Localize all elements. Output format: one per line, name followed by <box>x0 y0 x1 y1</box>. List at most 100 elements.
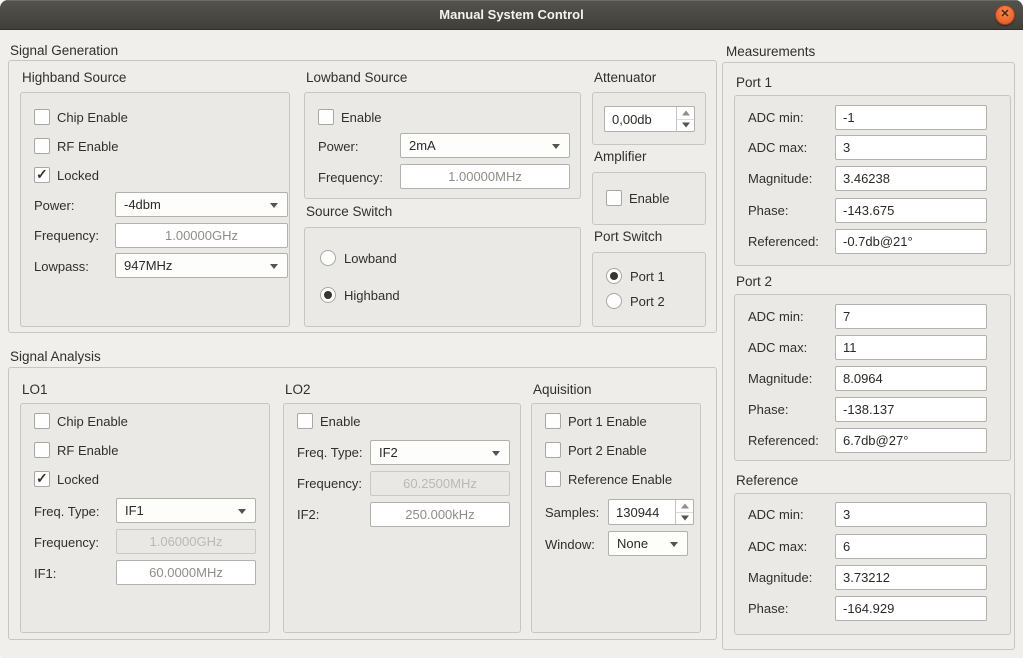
aquisition-window-label: Window: <box>545 536 595 553</box>
reference-phase-label: Phase: <box>748 600 788 617</box>
highband-rf-enable-checkbox[interactable] <box>34 138 50 154</box>
lo2-freq-type-select[interactable]: IF2 <box>370 440 510 465</box>
lo1-rf-enable-label: RF Enable <box>57 442 118 459</box>
port-switch-port2-label: Port 2 <box>630 293 665 310</box>
close-button[interactable]: ✕ <box>995 5 1015 25</box>
port1-phase-field[interactable] <box>835 198 987 223</box>
port1-phase-label: Phase: <box>748 202 788 219</box>
reference-magnitude-field[interactable] <box>835 565 987 590</box>
measurements-reference-title: Reference <box>736 472 798 489</box>
lo2-frequency-input <box>370 471 510 496</box>
highband-chip-enable-label: Chip Enable <box>57 109 128 126</box>
lo2-frequency-label: Frequency: <box>297 475 362 492</box>
port2-magnitude-field[interactable] <box>835 366 987 391</box>
aquisition-reference-enable-label: Reference Enable <box>568 471 672 488</box>
amplifier-enable-label: Enable <box>629 190 669 207</box>
measurements-port2-title: Port 2 <box>736 273 772 290</box>
lo2-freq-type-value: IF2 <box>379 445 398 460</box>
lo1-freq-type-select[interactable]: IF1 <box>116 498 256 523</box>
highband-frequency-label: Frequency: <box>34 227 99 244</box>
lo1-locked-checkbox[interactable] <box>34 471 50 487</box>
aquisition-window-select[interactable]: None <box>608 531 688 556</box>
aquisition-samples-spinbox[interactable]: 130944 <box>608 499 694 525</box>
aquisition-port2-enable-label: Port 2 Enable <box>568 442 647 459</box>
spin-down-icon[interactable] <box>677 119 694 132</box>
attenuator-spin-buttons <box>676 107 694 131</box>
reference-magnitude-label: Magnitude: <box>748 569 812 586</box>
port-switch-port1-radio[interactable] <box>606 268 622 284</box>
port1-magnitude-label: Magnitude: <box>748 170 812 187</box>
highband-power-value: -4dbm <box>124 197 161 212</box>
port1-magnitude-field[interactable] <box>835 166 987 191</box>
aquisition-port2-enable-checkbox[interactable] <box>545 442 561 458</box>
reference-adc-min-field[interactable] <box>835 502 987 527</box>
lo2-if2-input[interactable] <box>370 502 510 527</box>
lowband-enable-checkbox[interactable] <box>318 109 334 125</box>
lo1-rf-enable-checkbox[interactable] <box>34 442 50 458</box>
port-switch-title: Port Switch <box>594 228 662 245</box>
port1-referenced-field[interactable] <box>835 229 987 254</box>
lo1-chip-enable-checkbox[interactable] <box>34 413 50 429</box>
chevron-down-icon <box>270 264 278 269</box>
highband-locked-checkbox[interactable] <box>34 167 50 183</box>
close-icon: ✕ <box>1000 9 1009 20</box>
reference-adc-min-label: ADC min: <box>748 506 804 523</box>
spin-down-icon[interactable] <box>676 512 693 525</box>
highband-rf-enable-label: RF Enable <box>57 138 118 155</box>
port1-adc-min-field[interactable] <box>835 105 987 130</box>
lo1-if1-input[interactable] <box>116 560 256 585</box>
attenuator-value: 0,00db <box>605 107 676 131</box>
port1-adc-min-label: ADC min: <box>748 109 804 126</box>
aquisition-reference-enable-checkbox[interactable] <box>545 471 561 487</box>
app-window: Manual System Control ✕ Signal Generatio… <box>0 0 1023 658</box>
lowband-enable-label: Enable <box>341 109 381 126</box>
reference-adc-max-label: ADC max: <box>748 538 807 555</box>
port2-adc-max-field[interactable] <box>835 335 987 360</box>
highband-chip-enable-checkbox[interactable] <box>34 109 50 125</box>
port-switch-group <box>592 252 706 327</box>
lowband-power-select[interactable]: 2mA <box>400 133 570 158</box>
chevron-down-icon <box>238 509 246 514</box>
port1-adc-max-field[interactable] <box>835 135 987 160</box>
window-title: Manual System Control <box>0 0 1023 30</box>
chevron-down-icon <box>670 542 678 547</box>
lowband-power-value: 2mA <box>409 138 436 153</box>
highband-power-select[interactable]: -4dbm <box>115 192 288 217</box>
reference-adc-max-field[interactable] <box>835 534 987 559</box>
highband-lowpass-select[interactable]: 947MHz <box>115 253 288 278</box>
signal-analysis-title: Signal Analysis <box>10 348 101 365</box>
title-bar[interactable]: Manual System Control ✕ <box>0 0 1023 30</box>
aquisition-title: Aquisition <box>533 381 592 398</box>
port2-referenced-field[interactable] <box>835 428 987 453</box>
highband-power-label: Power: <box>34 197 74 214</box>
aquisition-samples-value: 130944 <box>609 500 675 524</box>
port2-referenced-label: Referenced: <box>748 432 819 449</box>
spin-up-icon[interactable] <box>676 500 693 512</box>
highband-source-title: Highband Source <box>22 69 126 86</box>
attenuator-spinbox[interactable]: 0,00db <box>604 106 695 132</box>
port2-adc-min-label: ADC min: <box>748 308 804 325</box>
source-switch-lowband-radio[interactable] <box>320 250 336 266</box>
highband-frequency-input[interactable] <box>115 223 288 248</box>
port2-magnitude-label: Magnitude: <box>748 370 812 387</box>
lo2-enable-checkbox[interactable] <box>297 413 313 429</box>
reference-phase-field[interactable] <box>835 596 987 621</box>
lo1-frequency-input <box>116 529 256 554</box>
measurements-title: Measurements <box>726 43 815 60</box>
lo1-frequency-label: Frequency: <box>34 534 99 551</box>
amplifier-enable-checkbox[interactable] <box>606 190 622 206</box>
source-switch-group <box>304 227 581 327</box>
spin-up-icon[interactable] <box>677 107 694 119</box>
lowband-frequency-input[interactable] <box>400 164 570 189</box>
port-switch-port2-radio[interactable] <box>606 293 622 309</box>
lo1-locked-label: Locked <box>57 471 99 488</box>
lo1-chip-enable-label: Chip Enable <box>57 413 128 430</box>
lo2-if2-label: IF2: <box>297 506 319 523</box>
source-switch-highband-radio[interactable] <box>320 287 336 303</box>
amplifier-title: Amplifier <box>594 148 647 165</box>
port1-referenced-label: Referenced: <box>748 233 819 250</box>
aquisition-port1-enable-checkbox[interactable] <box>545 413 561 429</box>
samples-spin-buttons <box>675 500 693 524</box>
port2-phase-field[interactable] <box>835 397 987 422</box>
port2-adc-min-field[interactable] <box>835 304 987 329</box>
